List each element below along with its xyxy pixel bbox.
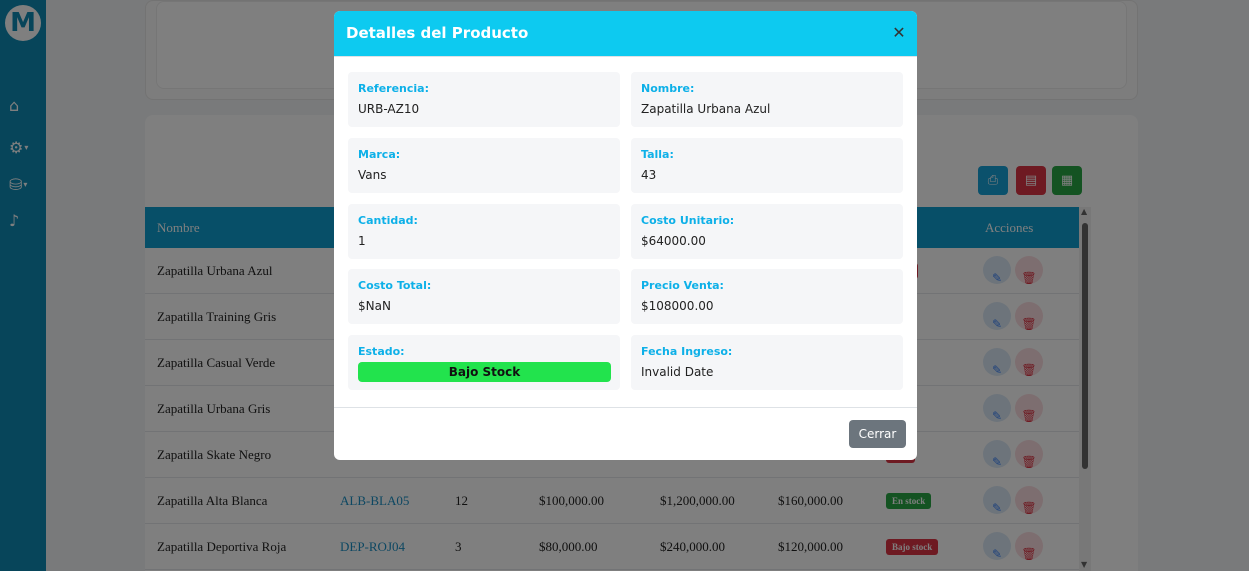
cerrar-button[interactable]: Cerrar (849, 420, 906, 448)
field-nombre: Nombre: Zapatilla Urbana Azul (631, 72, 903, 127)
modal-title: Detalles del Producto (346, 24, 529, 42)
field-label: Costo Total: (358, 279, 432, 292)
field-label: Talla: (641, 148, 674, 161)
product-details-modal: Detalles del Producto ✕ Referencia: URB-… (334, 11, 917, 460)
field-label: Precio Venta: (641, 279, 724, 292)
field-costo-total: Costo Total: $NaN (348, 269, 620, 324)
close-icon[interactable]: ✕ (891, 25, 907, 41)
field-label: Referencia: (358, 82, 430, 95)
modal-footer: Cerrar (334, 407, 917, 460)
field-costo-unitario: Costo Unitario: $64000.00 (631, 204, 903, 259)
field-marca: Marca: Vans (348, 138, 620, 193)
field-estado: Estado: Bajo Stock (348, 335, 620, 390)
status-badge: Bajo Stock (358, 362, 611, 382)
field-cantidad: Cantidad: 1 (348, 204, 620, 259)
field-value: $64000.00 (641, 234, 706, 248)
field-label: Cantidad: (358, 214, 418, 227)
field-value: URB-AZ10 (358, 102, 420, 116)
field-precio-venta: Precio Venta: $108000.00 (631, 269, 903, 324)
field-value: Vans (358, 168, 387, 182)
field-value: $108000.00 (641, 299, 714, 313)
field-value: Zapatilla Urbana Azul (641, 102, 771, 116)
field-label: Marca: (358, 148, 401, 161)
field-value: Invalid Date (641, 365, 714, 379)
field-referencia: Referencia: URB-AZ10 (348, 72, 620, 127)
field-label: Fecha Ingreso: (641, 345, 733, 358)
field-talla: Talla: 43 (631, 138, 903, 193)
field-label: Estado: (358, 345, 405, 358)
field-value: 43 (641, 168, 657, 182)
field-fecha-ingreso: Fecha Ingreso: Invalid Date (631, 335, 903, 390)
field-label: Costo Unitario: (641, 214, 735, 227)
field-label: Nombre: (641, 82, 695, 95)
field-value: 1 (358, 234, 366, 248)
field-value: $NaN (358, 299, 391, 313)
modal-header: Detalles del Producto ✕ (334, 11, 917, 57)
